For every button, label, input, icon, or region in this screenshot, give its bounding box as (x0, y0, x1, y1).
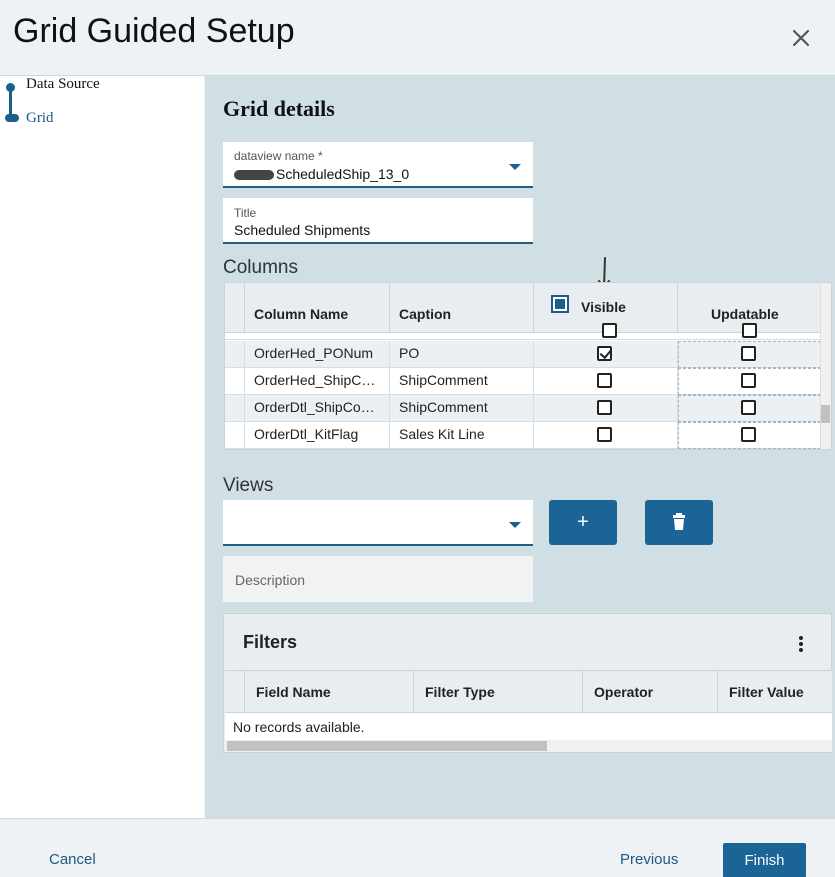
views-heading: Views (223, 475, 274, 496)
columns-heading: Columns (223, 257, 298, 278)
dataview-name-label: dataview name * (234, 149, 323, 163)
title-label: Title (234, 206, 257, 220)
chevron-down-icon[interactable] (509, 522, 521, 528)
filters-panel: Filters Field Name Filter Type Operator … (223, 613, 832, 753)
dialog-header: Grid Guided Setup (0, 0, 835, 76)
visible-checkbox[interactable] (597, 427, 612, 442)
step-dot-icon (6, 83, 15, 92)
header-filter-type[interactable]: Filter Type (414, 671, 583, 713)
columns-grid-header: Column Name Caption Visible Updatable (225, 283, 821, 333)
updatable-checkbox[interactable] (741, 400, 756, 415)
empty-message: No records available. (233, 719, 365, 735)
delete-view-button[interactable] (645, 500, 713, 545)
description-placeholder: Description (235, 572, 306, 588)
table-row[interactable]: OrderHed_ShipC… ShipComment (225, 368, 821, 395)
chevron-down-icon[interactable] (509, 164, 521, 170)
filters-grid: Field Name Filter Type Operator Filter V… (225, 670, 832, 752)
wizard-steps: Data Source Grid (0, 76, 204, 818)
updatable-checkbox[interactable] (741, 427, 756, 442)
dataview-name-dropdown[interactable]: dataview name * ScheduledShip_13_0 (223, 142, 533, 188)
views-dropdown[interactable] (223, 500, 533, 546)
scrollbar-thumb[interactable] (227, 741, 547, 751)
section-title: Grid details (223, 96, 335, 121)
filters-grid-header: Field Name Filter Type Operator Filter V… (225, 671, 832, 713)
columns-grid: Column Name Caption Visible Updatable Or… (224, 282, 832, 450)
trash-icon (673, 513, 685, 530)
more-vertical-icon[interactable] (799, 636, 803, 652)
step-data-source[interactable]: Data Source (26, 76, 100, 93)
updatable-checkbox[interactable] (741, 373, 756, 388)
visible-checkbox[interactable] (597, 373, 612, 388)
cancel-button[interactable]: Cancel (49, 851, 96, 868)
dataview-name-value: ScheduledShip_13_0 (276, 166, 410, 182)
table-row[interactable]: OrderDtl_KitFlag Sales Kit Line (225, 422, 821, 449)
title-value: Scheduled Shipments (234, 222, 371, 238)
filters-title: Filters (243, 632, 298, 652)
visible-checkbox[interactable] (597, 400, 612, 415)
dialog-title: Grid Guided Setup (13, 12, 295, 50)
title-field[interactable]: Title Scheduled Shipments (223, 198, 533, 244)
dialog-footer: Cancel Previous Finish (0, 818, 835, 877)
finish-button[interactable]: Finish (723, 843, 806, 877)
table-row[interactable]: OrderHed_PONum PO (225, 341, 821, 368)
step-grid[interactable]: Grid (26, 110, 54, 127)
updatable-checkbox[interactable] (741, 346, 756, 361)
header-caption[interactable]: Caption (390, 283, 534, 333)
main-panel: Grid details dataview name * ScheduledSh… (205, 76, 835, 818)
description-field[interactable]: Description (223, 556, 533, 602)
redacted-mark (234, 170, 274, 181)
scrollbar-thumb[interactable] (821, 405, 830, 423)
visible-checkbox[interactable] (597, 346, 612, 361)
visible-select-all-checkbox[interactable] (551, 295, 569, 313)
add-view-button[interactable]: + (549, 500, 617, 545)
header-operator[interactable]: Operator (583, 671, 718, 713)
columns-grid-scrollbar[interactable] (820, 283, 831, 449)
table-row[interactable]: OrderDtl_ShipCo… ShipComment (225, 395, 821, 422)
close-icon[interactable] (791, 28, 811, 48)
previous-button[interactable]: Previous (620, 851, 678, 868)
header-field-name[interactable]: Field Name (245, 671, 414, 713)
step-active-dot-icon (5, 114, 19, 122)
header-column-name[interactable]: Column Name (245, 283, 390, 333)
filters-grid-scrollbar[interactable] (225, 740, 832, 752)
header-filter-value[interactable]: Filter Value (718, 671, 832, 713)
